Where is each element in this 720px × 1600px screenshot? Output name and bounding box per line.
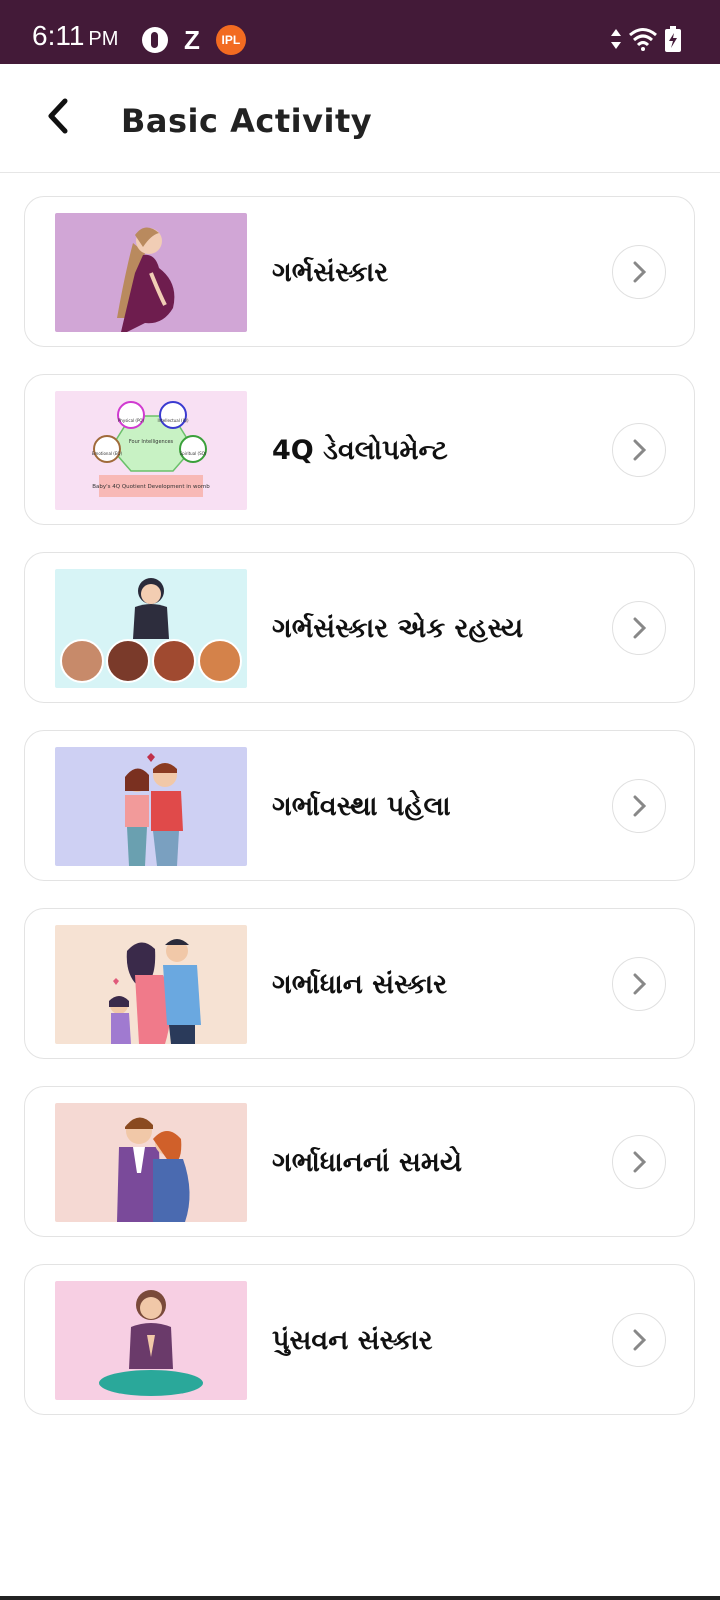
- expecting-couple-image: [55, 1103, 247, 1222]
- open-button[interactable]: [612, 957, 666, 1011]
- system-icons: [610, 26, 682, 52]
- page-title: Basic Activity: [121, 102, 373, 140]
- item-label: ગર્ભાવસ્થા પહેલા: [272, 790, 451, 822]
- couple-image: [55, 747, 247, 866]
- pregnant-woman-image: [55, 213, 247, 332]
- chevron-right-icon: [633, 617, 647, 639]
- family-image: [55, 925, 247, 1044]
- notification-icons: Z IPL: [142, 25, 246, 55]
- ipl-icon: IPL: [215, 25, 246, 55]
- status-time: 6:11 PM: [32, 20, 118, 52]
- item-label: 4Q ડેવલોપમેન્ટ: [272, 434, 448, 466]
- open-button[interactable]: [612, 1313, 666, 1367]
- item-label: ગર્ભાધાનનાં સમયે: [272, 1146, 463, 1178]
- chevron-right-icon: [633, 439, 647, 461]
- chevron-right-icon: [633, 1151, 647, 1173]
- meditation-portraits-image: [55, 569, 247, 688]
- open-button[interactable]: [612, 779, 666, 833]
- yoga-woman-image: [55, 1281, 247, 1400]
- open-button[interactable]: [612, 601, 666, 655]
- open-button[interactable]: [612, 1135, 666, 1189]
- data-arrows-icon: [611, 29, 621, 49]
- center-label: Four Intelligences: [129, 439, 174, 445]
- pocketcasts-icon: [142, 27, 168, 53]
- wifi-icon: [629, 28, 657, 51]
- open-button[interactable]: [612, 423, 666, 477]
- back-arrow-icon: [48, 98, 68, 134]
- bottom-edge: [0, 1596, 720, 1600]
- list-item-punsavan-sanskar[interactable]: પુંસવન સંસ્કાર: [24, 1264, 695, 1415]
- list-item-garbhadhan-sanskar[interactable]: ગર્ભાધાન સંસ્કાર: [24, 908, 695, 1059]
- list-item-4q-development[interactable]: Physical (PQ) Intellectual (IQ) Spiritua…: [24, 374, 695, 525]
- item-label: ગર્ભસંસ્કાર એક રહસ્ય: [272, 612, 524, 644]
- chevron-right-icon: [633, 795, 647, 817]
- item-label: પુંસવન સંસ્કાર: [272, 1324, 433, 1356]
- four-q-development-image: Physical (PQ) Intellectual (IQ) Spiritua…: [55, 391, 247, 510]
- node-emotional-label: Emotional (EQ): [92, 451, 123, 456]
- node-intellectual-label: Intellectual (IQ): [157, 418, 188, 423]
- item-label: ગર્ભાધાન સંસ્કાર: [272, 968, 448, 1000]
- status-time-value: 6:11: [32, 20, 85, 51]
- list-item-garbhavastha-pahela[interactable]: ગર્ભાવસ્થા પહેલા: [24, 730, 695, 881]
- status-time-ampm: PM: [88, 28, 119, 50]
- list-item-garbhsanskar-rahasya[interactable]: ગર્ભસંસ્કાર એક રહસ્ય: [24, 552, 695, 703]
- battery-charging-icon: [665, 26, 681, 52]
- node-spiritual-label: Spiritual (SQ): [180, 451, 207, 456]
- app-bar: Basic Activity: [0, 64, 720, 173]
- chevron-right-icon: [633, 1329, 647, 1351]
- node-physical-label: Physical (PQ): [118, 418, 145, 423]
- status-bar: 6:11 PM Z IPL: [0, 0, 720, 64]
- item-label: ગર્ભસંસ્કાર: [272, 256, 389, 288]
- back-button[interactable]: [38, 96, 78, 136]
- caption-label: Baby's 4Q Quotient Development in womb: [92, 484, 210, 490]
- open-button[interactable]: [612, 245, 666, 299]
- chevron-right-icon: [633, 973, 647, 995]
- list-item-garbhsanskar[interactable]: ગર્ભસંસ્કાર: [24, 196, 695, 347]
- z-icon: Z: [184, 25, 200, 55]
- chevron-right-icon: [633, 261, 647, 283]
- list-item-garbhadhan-samaye[interactable]: ગર્ભાધાનનાં સમયે: [24, 1086, 695, 1237]
